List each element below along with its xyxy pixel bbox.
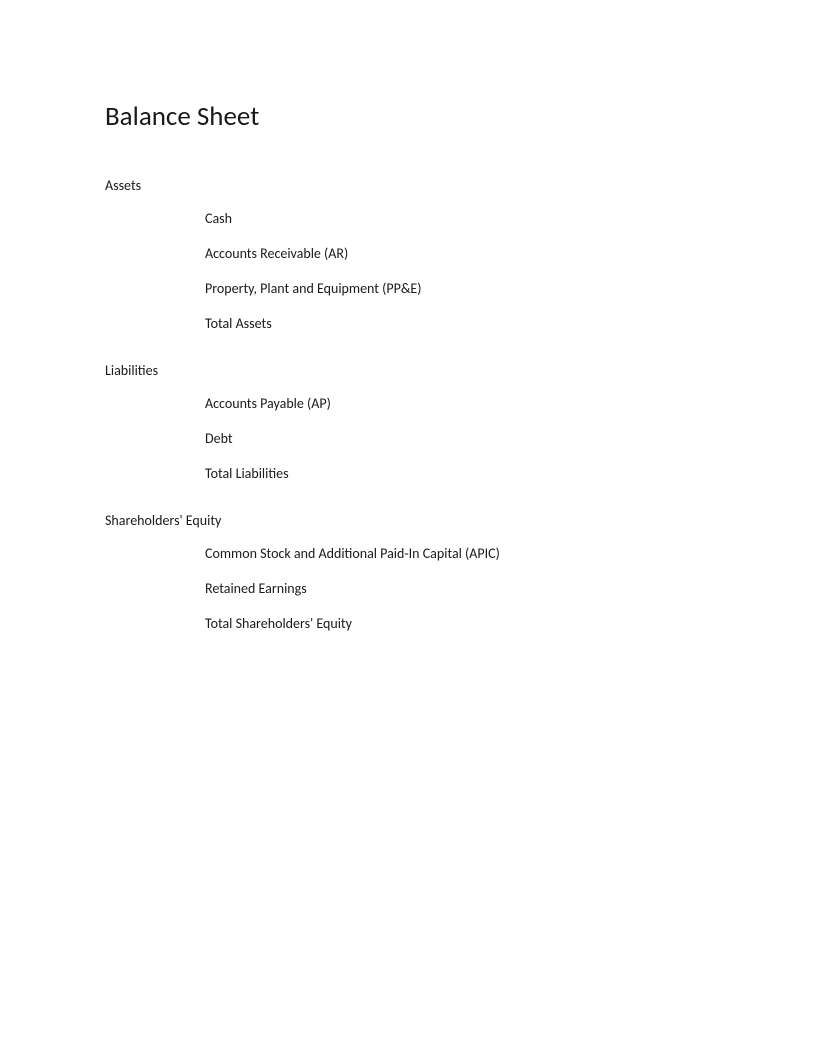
- line-item: Total Shareholders' Equity: [205, 613, 817, 634]
- line-item: Retained Earnings: [205, 578, 817, 599]
- line-item: Common Stock and Additional Paid-In Capi…: [205, 543, 817, 564]
- line-item: Property, Plant and Equipment (PP&E): [205, 278, 817, 299]
- assets-header: Assets: [105, 177, 817, 194]
- equity-section: Shareholders' Equity Common Stock and Ad…: [105, 512, 817, 634]
- line-item: Accounts Receivable (AR): [205, 243, 817, 264]
- line-item: Total Liabilities: [205, 463, 817, 484]
- line-item: Total Assets: [205, 313, 817, 334]
- line-item: Cash: [205, 208, 817, 229]
- document-title: Balance Sheet: [105, 100, 817, 133]
- equity-header: Shareholders' Equity: [105, 512, 817, 529]
- assets-section: Assets Cash Accounts Receivable (AR) Pro…: [105, 177, 817, 334]
- line-item: Debt: [205, 428, 817, 449]
- liabilities-header: Liabilities: [105, 362, 817, 379]
- line-item: Accounts Payable (AP): [205, 393, 817, 414]
- liabilities-section: Liabilities Accounts Payable (AP) Debt T…: [105, 362, 817, 484]
